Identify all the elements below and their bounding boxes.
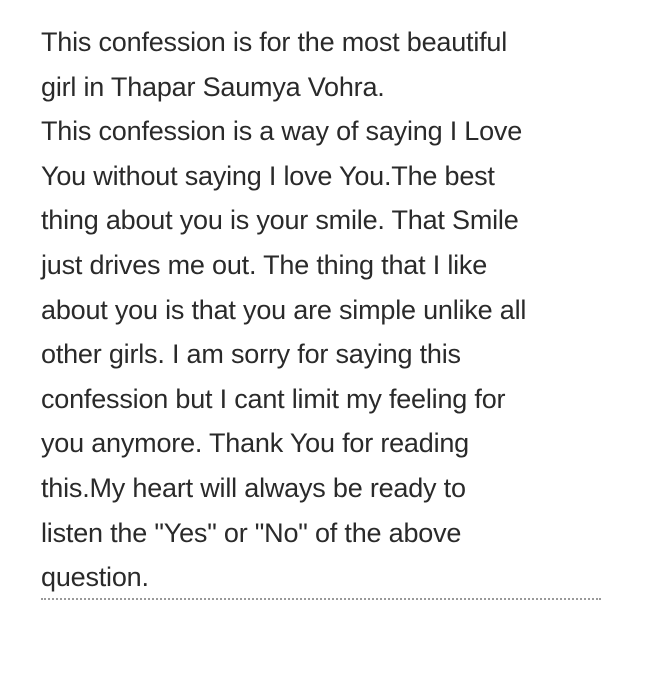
text-line: This confession is a way of saying I Lov… bbox=[41, 116, 523, 147]
dotted-divider bbox=[41, 598, 601, 600]
text-line: listen the "Yes" or "No" of the above bbox=[41, 517, 462, 548]
text-line: this.My heart will always be ready to bbox=[41, 472, 466, 503]
text-line: just drives me out. The thing that I lik… bbox=[41, 249, 488, 280]
text-line: confession but I cant limit my feeling f… bbox=[41, 383, 506, 414]
text-line: about you is that you are simple unlike … bbox=[41, 294, 527, 325]
text-line: question. bbox=[41, 562, 149, 593]
text-line: You without saying I love You.The best bbox=[41, 160, 495, 191]
text-line: girl in Thapar Saumya Vohra. bbox=[41, 71, 385, 102]
text-line: This confession is for the most beautifu… bbox=[41, 27, 508, 57]
text-line: thing about you is your smile. That Smil… bbox=[41, 205, 519, 236]
text-line: other girls. I am sorry for saying this bbox=[41, 339, 461, 370]
text-line: you anymore. Thank You for reading bbox=[41, 428, 469, 459]
confession-text: This confession is for the most beautifu… bbox=[41, 20, 621, 600]
